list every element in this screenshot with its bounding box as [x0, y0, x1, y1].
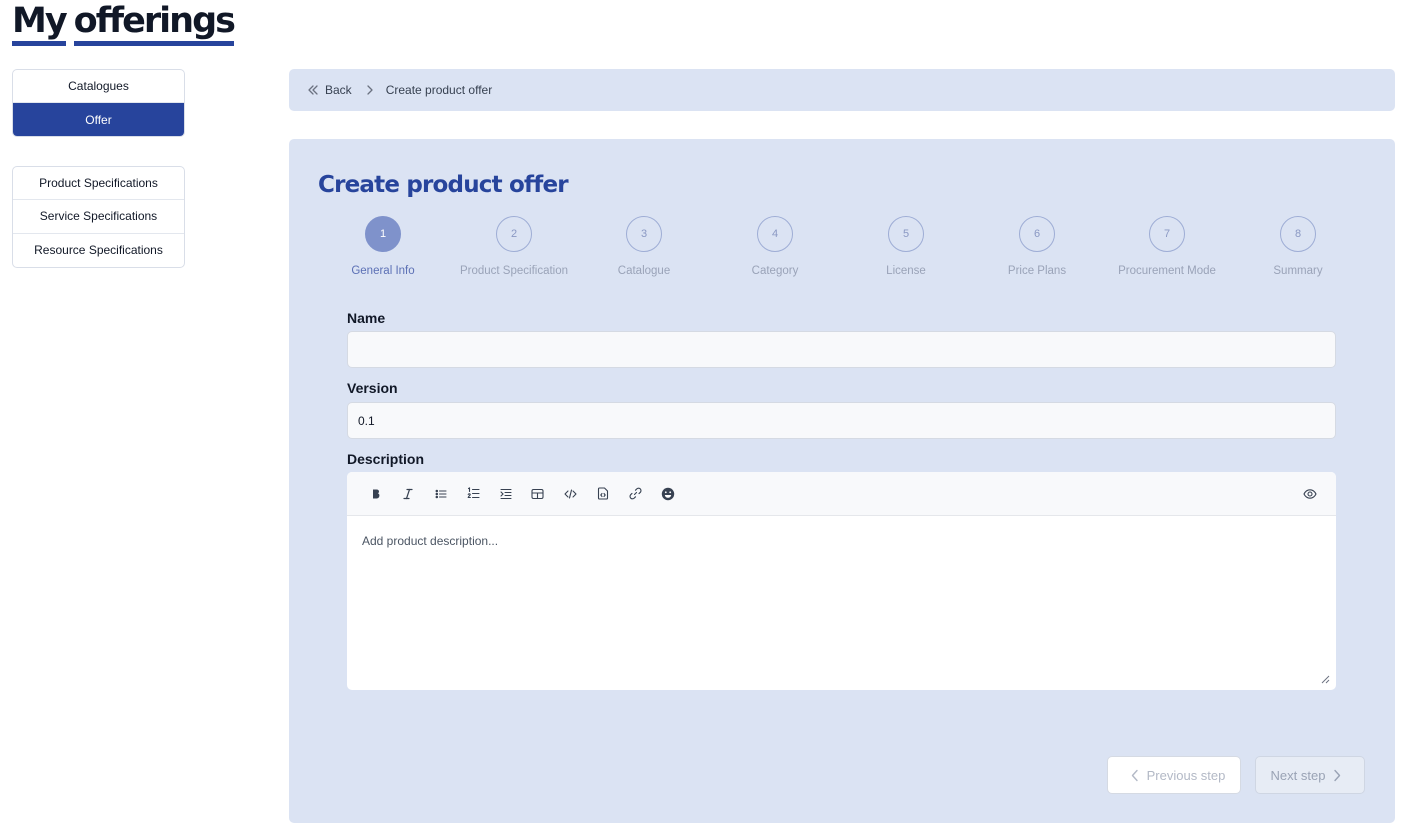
- step-label: Catalogue: [617, 265, 671, 277]
- sidebar-item-resource-specifications[interactable]: Resource Specifications: [13, 234, 184, 267]
- bold-icon[interactable]: [364, 482, 388, 506]
- page-title: My offerings: [12, 0, 236, 46]
- chevron-right-icon: [366, 84, 374, 96]
- step-catalogue[interactable]: 3 Catalogue: [579, 216, 709, 277]
- description-textarea[interactable]: Add product description...: [347, 516, 1336, 690]
- description-editor: Add product description...: [347, 472, 1336, 690]
- step-procurement-mode[interactable]: 7 Procurement Mode: [1102, 216, 1232, 277]
- double-chevron-left-icon: [308, 85, 318, 95]
- breadcrumb-current: Create product offer: [385, 83, 493, 97]
- name-label: Name: [347, 310, 386, 326]
- sidebar-group-main: Catalogues Offer: [12, 69, 185, 137]
- sidebar-item-service-specifications[interactable]: Service Specifications: [13, 200, 184, 234]
- step-label: Procurement Mode: [1118, 265, 1216, 277]
- step-number: 5: [888, 216, 924, 252]
- breadcrumb: Back Create product offer: [289, 69, 1395, 111]
- chevron-left-icon: [1131, 769, 1138, 781]
- numbered-list-icon[interactable]: [461, 482, 485, 506]
- step-label: Price Plans: [1007, 265, 1067, 277]
- step-summary[interactable]: 8 Summary: [1233, 216, 1363, 277]
- previous-step-label: Previous step: [1146, 767, 1226, 783]
- indent-icon[interactable]: [494, 482, 518, 506]
- create-offer-card: Create product offer 1 General Info 2 Pr…: [289, 139, 1395, 823]
- step-category[interactable]: 4 Category: [710, 216, 840, 277]
- back-link[interactable]: Back: [307, 83, 352, 97]
- sidebar-item-product-specifications[interactable]: Product Specifications: [13, 167, 184, 201]
- step-license[interactable]: 5 License: [841, 216, 971, 277]
- step-number: 2: [496, 216, 532, 252]
- eye-icon[interactable]: [1298, 482, 1322, 506]
- step-number: 4: [757, 216, 793, 252]
- sidebar-item-catalogues[interactable]: Catalogues: [13, 70, 184, 103]
- step-label: Category: [751, 265, 799, 277]
- step-product-specification[interactable]: 2 Product Specification: [449, 216, 579, 277]
- italic-icon[interactable]: [396, 482, 420, 506]
- table-icon[interactable]: [526, 482, 550, 506]
- code-icon[interactable]: [558, 482, 582, 506]
- link-icon[interactable]: [623, 482, 647, 506]
- form-title: Create product offer: [318, 172, 569, 198]
- step-number: 6: [1019, 216, 1055, 252]
- page-title-word-offerings: offerings: [73, 0, 236, 46]
- version-input[interactable]: [347, 402, 1336, 439]
- name-input[interactable]: [347, 331, 1336, 368]
- sidebar-group-specifications: Product Specifications Service Specifica…: [12, 166, 185, 268]
- code-block-icon[interactable]: [591, 482, 615, 506]
- step-number: 8: [1280, 216, 1316, 252]
- chevron-right-icon: [1334, 769, 1341, 781]
- sidebar-item-offer[interactable]: Offer: [13, 103, 184, 136]
- resize-handle-icon[interactable]: [1320, 674, 1330, 684]
- step-number: 7: [1149, 216, 1185, 252]
- step-label: Summary: [1273, 265, 1323, 277]
- step-label: Product Specification: [459, 265, 569, 277]
- description-label: Description: [347, 451, 425, 467]
- back-label: Back: [325, 83, 352, 97]
- step-label: License: [886, 265, 926, 277]
- description-placeholder: Add product description...: [362, 534, 499, 548]
- emoji-icon[interactable]: [656, 482, 680, 506]
- step-general-info[interactable]: 1 General Info: [318, 216, 448, 277]
- page-title-word-my: My: [12, 0, 68, 46]
- bullet-list-icon[interactable]: [429, 482, 453, 506]
- previous-step-button[interactable]: Previous step: [1107, 756, 1241, 794]
- next-step-label: Next step: [1270, 767, 1326, 783]
- step-label: General Info: [351, 265, 415, 277]
- version-label: Version: [347, 380, 398, 396]
- next-step-button[interactable]: Next step: [1255, 756, 1365, 794]
- step-price-plans[interactable]: 6 Price Plans: [972, 216, 1102, 277]
- editor-toolbar: [347, 472, 1336, 516]
- step-number: 3: [626, 216, 662, 252]
- step-number: 1: [365, 216, 401, 252]
- stepper: 1 General Info 2 Product Specification 3…: [318, 216, 1393, 277]
